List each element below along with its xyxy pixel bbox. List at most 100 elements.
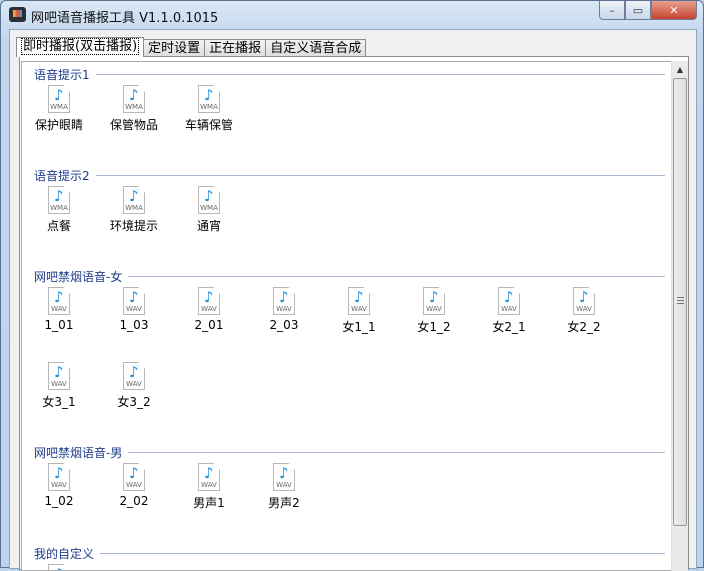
music-note-icon: ♪	[54, 363, 64, 381]
file-type: WMA	[125, 204, 143, 212]
close-button[interactable]: ✕	[651, 1, 697, 20]
sound-item[interactable]: ♪ WAV 2_02	[99, 463, 169, 508]
audio-file-icon: ♪ WAV	[48, 287, 70, 315]
music-note-icon: ♪	[129, 86, 139, 104]
sound-label: 男声2	[268, 496, 300, 510]
sound-item[interactable]: ♪ WAV 女3_1	[24, 362, 94, 410]
audio-file-icon: ♪ WMA	[198, 186, 220, 214]
sound-item[interactable]: ♪ WMA 通宵	[174, 186, 244, 234]
audio-file-icon: ♪ WMA	[48, 186, 70, 214]
section-title: 语音提示1	[34, 66, 96, 83]
audio-file-icon: ♪ WAV	[273, 287, 295, 315]
section-title: 我的自定义	[34, 545, 101, 562]
scroll-up-arrow-icon[interactable]: ▲	[672, 61, 688, 78]
section-divider	[34, 553, 665, 554]
sound-label: 1_02	[44, 494, 74, 508]
file-type: WAV	[51, 380, 67, 388]
music-note-icon: ♪	[129, 288, 139, 306]
section-divider	[34, 74, 665, 75]
tab-schedule[interactable]: 定时设置	[143, 39, 206, 57]
sound-label: 2_03	[269, 318, 299, 332]
sound-item[interactable]: ♪ WMA 环境提示	[99, 186, 169, 234]
tab-now-playing[interactable]: 正在播报	[204, 39, 267, 57]
music-note-icon: ♪	[54, 288, 64, 306]
tab-custom-tts[interactable]: 自定义语音合成	[265, 39, 367, 57]
section-title: 网吧禁烟语音-女	[34, 268, 129, 285]
music-note-icon: ♪	[129, 464, 139, 482]
file-type: WAV	[126, 481, 142, 489]
music-note-icon: ♪	[204, 187, 214, 205]
sound-label: 女2_2	[567, 320, 601, 334]
sound-item[interactable]: ♪ WAV 男声2	[249, 463, 319, 511]
tab-instant-broadcast[interactable]: 即时播报(双击播报)	[16, 37, 145, 57]
sound-label: 女3_1	[42, 395, 76, 409]
audio-file-icon: ♪ WMA	[48, 85, 70, 113]
audio-file-icon: ♪ WAV	[123, 463, 145, 491]
music-note-icon: ♪	[54, 187, 64, 205]
sound-item[interactable]: ♪ WMA 保管物品	[99, 85, 169, 133]
sound-item[interactable]: ♪ WAV 女2_1	[474, 287, 544, 335]
section-title: 语音提示2	[34, 167, 96, 184]
sound-label: 1_03	[119, 318, 149, 332]
sound-item[interactable]: ♪ WAV 女1_1	[324, 287, 394, 335]
sound-item[interactable]: ♪ WMA 点餐	[24, 186, 94, 234]
music-note-icon: ♪	[279, 288, 289, 306]
sound-item[interactable]: ♪ WMA 保护眼睛	[24, 85, 94, 133]
scrollbar-thumb[interactable]	[673, 78, 687, 526]
music-note-icon: ♪	[129, 187, 139, 205]
file-type: WMA	[50, 204, 68, 212]
file-type: WAV	[351, 305, 367, 313]
sound-label: 点餐	[46, 219, 71, 233]
music-note-icon: ♪	[279, 464, 289, 482]
sound-list: 语音提示1 ♪ WMA 保护眼睛 ♪ WMA 保管物品 ♪ WMA 车辆保管 语音提示2 ♪ WMA 点餐…	[21, 61, 673, 571]
audio-file-icon: ♪ WAV	[198, 463, 220, 491]
sound-item[interactable]: ♪ WAV 女3_2	[99, 362, 169, 410]
file-type: WMA	[125, 103, 143, 111]
audio-file-icon: ♪ WAV	[573, 287, 595, 315]
maximize-button[interactable]: ▭	[625, 1, 651, 20]
music-note-icon: ♪	[429, 288, 439, 306]
sound-label: 女3_2	[117, 395, 151, 409]
music-note-icon: ♪	[204, 288, 214, 306]
section-divider	[34, 452, 665, 453]
sound-item[interactable]: ♪ WAV 2_03	[249, 287, 319, 332]
sound-label: 车辆保管	[184, 118, 233, 132]
audio-file-icon: ♪ WAV	[48, 362, 70, 390]
audio-file-icon: ♪ WAV	[123, 362, 145, 390]
tab-panel: 语音提示1 ♪ WMA 保护眼睛 ♪ WMA 保管物品 ♪ WMA 车辆保管 语音提示2 ♪ WMA 点餐…	[19, 56, 689, 571]
grip-icon	[677, 297, 684, 304]
music-note-icon: ♪	[129, 363, 139, 381]
sound-item[interactable]: ♪ WAV 2_01	[174, 287, 244, 332]
file-type: WMA	[200, 204, 218, 212]
audio-file-icon: ♪ WAV	[423, 287, 445, 315]
music-note-icon: ♪	[204, 86, 214, 104]
audio-file-icon: ♪ WAV	[498, 287, 520, 315]
file-type: WAV	[276, 305, 292, 313]
sound-label: 2_01	[194, 318, 224, 332]
sound-item[interactable]: ♪ WAV 1_02	[24, 463, 94, 508]
sound-item[interactable]: ♪ WMA 车辆保管	[174, 85, 244, 133]
audio-file-icon: ♪ WAV	[273, 463, 295, 491]
file-type: WAV	[201, 481, 217, 489]
sound-item[interactable]: ♪ WAV 女1_2	[399, 287, 469, 335]
app-window: 网吧语音播报工具 V1.1.0.1015 – ▭ ✕ 即时播报(双击播报) 定时…	[0, 0, 704, 571]
music-note-icon: ♪	[54, 464, 64, 482]
section-title: 网吧禁烟语音-男	[34, 444, 129, 461]
file-type: WAV	[126, 305, 142, 313]
tab-label: 即时播报(双击播报)	[21, 38, 140, 55]
sound-label: 保管物品	[109, 118, 158, 132]
sound-item[interactable]: ♪ WAV 女2_2	[549, 287, 619, 335]
audio-file-icon: ♪ WAV	[348, 287, 370, 315]
minimize-button[interactable]: –	[599, 1, 625, 20]
sound-label: 1_01	[44, 318, 74, 332]
vertical-scrollbar[interactable]: ▲	[671, 61, 688, 571]
sound-item[interactable]: ♪ WAV 1_03	[99, 287, 169, 332]
sound-item[interactable]: ♪ WAV 1_01	[24, 287, 94, 332]
sound-label: 女1_1	[342, 320, 376, 334]
audio-file-icon: ♪ WMA	[123, 85, 145, 113]
sound-item[interactable]: ♪ WAV 男声1	[174, 463, 244, 511]
section-divider	[34, 276, 665, 277]
sound-label: 通宵	[196, 219, 221, 233]
audio-file-icon: ♪ WAV	[48, 463, 70, 491]
sound-label: 女2_1	[492, 320, 526, 334]
